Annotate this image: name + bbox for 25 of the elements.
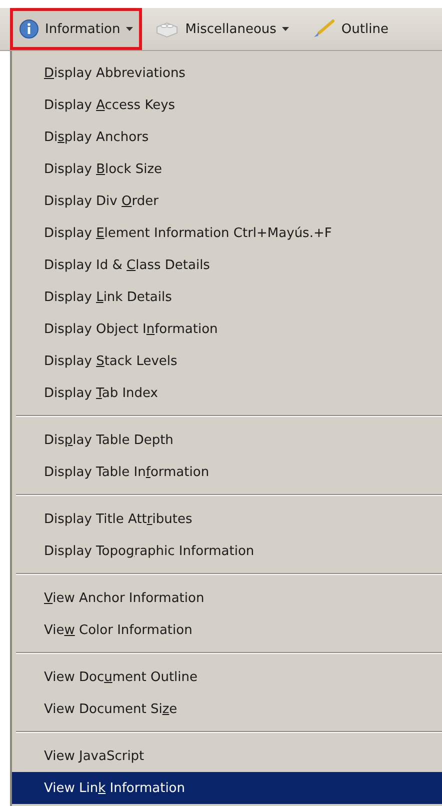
menu-item[interactable]: Display Stack Levels xyxy=(12,345,442,377)
menu-item[interactable]: Display Block Size xyxy=(12,153,442,185)
menu-item[interactable]: View Document Size xyxy=(12,693,442,725)
toolbar-button[interactable]: Outline xyxy=(302,8,398,50)
menu-item[interactable]: Display Title Attributes xyxy=(12,503,442,535)
menu-item[interactable]: Display Access Keys xyxy=(12,89,442,121)
menu-item[interactable]: Display Anchors xyxy=(12,121,442,153)
menu-item[interactable]: View Color Information xyxy=(12,614,442,646)
menu-item[interactable]: Display Link Details xyxy=(12,281,442,313)
menu-item[interactable]: Display Object Information xyxy=(12,313,442,345)
toolbar-button[interactable]: Information xyxy=(10,8,142,50)
menu-item[interactable]: Display Abbreviations xyxy=(12,57,442,89)
menu-item[interactable]: View Link Information xyxy=(12,772,442,804)
menu-item[interactable]: Display Element Information Ctrl+Mayús.+F xyxy=(12,217,442,249)
menu-item[interactable]: Display Id & Class Details xyxy=(12,249,442,281)
menu-item[interactable]: View Anchor Information xyxy=(12,582,442,614)
menu-item[interactable]: Display Topographic Information xyxy=(12,535,442,567)
info-icon xyxy=(19,19,39,39)
menu-item[interactable]: Display Div Order xyxy=(12,185,442,217)
menu-item[interactable]: Display Table Depth xyxy=(12,424,442,456)
menu-item[interactable]: Display Table Information xyxy=(12,456,442,488)
menu-item[interactable]: Display Tab Index xyxy=(12,377,442,409)
toolbar-button[interactable]: Miscellaneous xyxy=(146,8,298,50)
menu-item[interactable]: View Document Outline xyxy=(12,661,442,693)
menu-item[interactable]: View JavaScript xyxy=(12,740,442,772)
